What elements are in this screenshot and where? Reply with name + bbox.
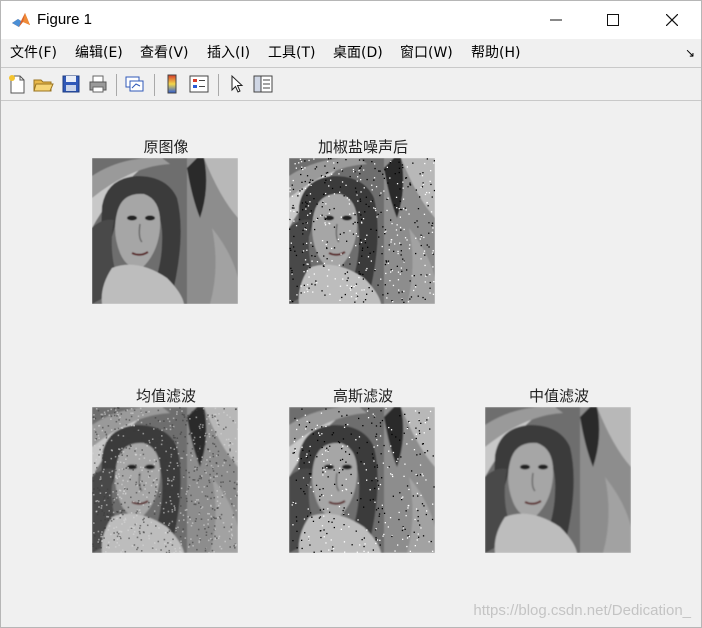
property-editor-icon[interactable]: [252, 73, 274, 95]
subplot-image-gaussian[interactable]: [289, 407, 435, 553]
pointer-icon[interactable]: [226, 73, 248, 95]
figure-window: Figure 1 文件(F) 编辑(E) 查看(V) 插入(I) 工具(T) 桌…: [0, 0, 702, 628]
minimize-button[interactable]: [533, 1, 579, 39]
colorbar-icon[interactable]: [161, 73, 183, 95]
menu-window[interactable]: 窗口(W): [400, 44, 453, 62]
portrait-image: [289, 407, 435, 553]
minimize-icon: [550, 19, 562, 21]
close-button[interactable]: [649, 1, 695, 39]
print-icon[interactable]: [87, 73, 109, 95]
maximize-button[interactable]: [590, 1, 636, 39]
watermark-text: https://blog.csdn.net/Dedication_: [473, 602, 691, 619]
figure-toolbar: [1, 68, 701, 100]
subplot-title: 原图像: [143, 138, 189, 156]
subplot-image-mean[interactable]: [92, 407, 238, 553]
menu-insert[interactable]: 插入(I): [207, 44, 250, 62]
subplot-image-original[interactable]: [92, 158, 238, 304]
portrait-image: [289, 158, 435, 304]
maximize-icon: [607, 14, 619, 26]
subplot-image-median[interactable]: [485, 407, 631, 553]
menu-tools[interactable]: 工具(T): [268, 44, 315, 62]
link-plot-icon[interactable]: [123, 73, 145, 95]
new-figure-icon[interactable]: [6, 73, 28, 95]
subplot-title: 加椒盐噪声后: [317, 138, 408, 156]
subplot-title: 高斯滤波: [332, 387, 393, 405]
menu-edit[interactable]: 编辑(E): [75, 44, 123, 62]
portrait-image: [485, 407, 631, 553]
menu-file[interactable]: 文件(F): [10, 44, 57, 62]
menu-view[interactable]: 查看(V): [140, 44, 189, 62]
close-icon: [666, 14, 678, 26]
legend-icon[interactable]: [188, 73, 210, 95]
toolbar-divider: [218, 74, 219, 96]
matlab-logo-icon: [12, 13, 30, 27]
portrait-image: [92, 158, 238, 304]
save-icon[interactable]: [60, 73, 82, 95]
subplot-title: 中值滤波: [528, 387, 589, 405]
toolbar-divider: [116, 74, 117, 96]
menu-bar: 文件(F) 编辑(E) 查看(V) 插入(I) 工具(T) 桌面(D) 窗口(W…: [1, 40, 701, 66]
portrait-image: [92, 407, 238, 553]
title-bar[interactable]: Figure 1: [1, 1, 701, 39]
subplot-image-salt-pepper[interactable]: [289, 158, 435, 304]
open-file-icon[interactable]: [32, 73, 54, 95]
subplot-title: 均值滤波: [135, 387, 196, 405]
toolbar-divider: [154, 74, 155, 96]
window-title: Figure 1: [37, 11, 93, 28]
dock-figure-icon[interactable]: ↘: [685, 46, 695, 60]
toolbar-divider-line: [1, 100, 701, 101]
menu-help[interactable]: 帮助(H): [471, 44, 520, 62]
menu-desktop[interactable]: 桌面(D): [333, 44, 383, 62]
